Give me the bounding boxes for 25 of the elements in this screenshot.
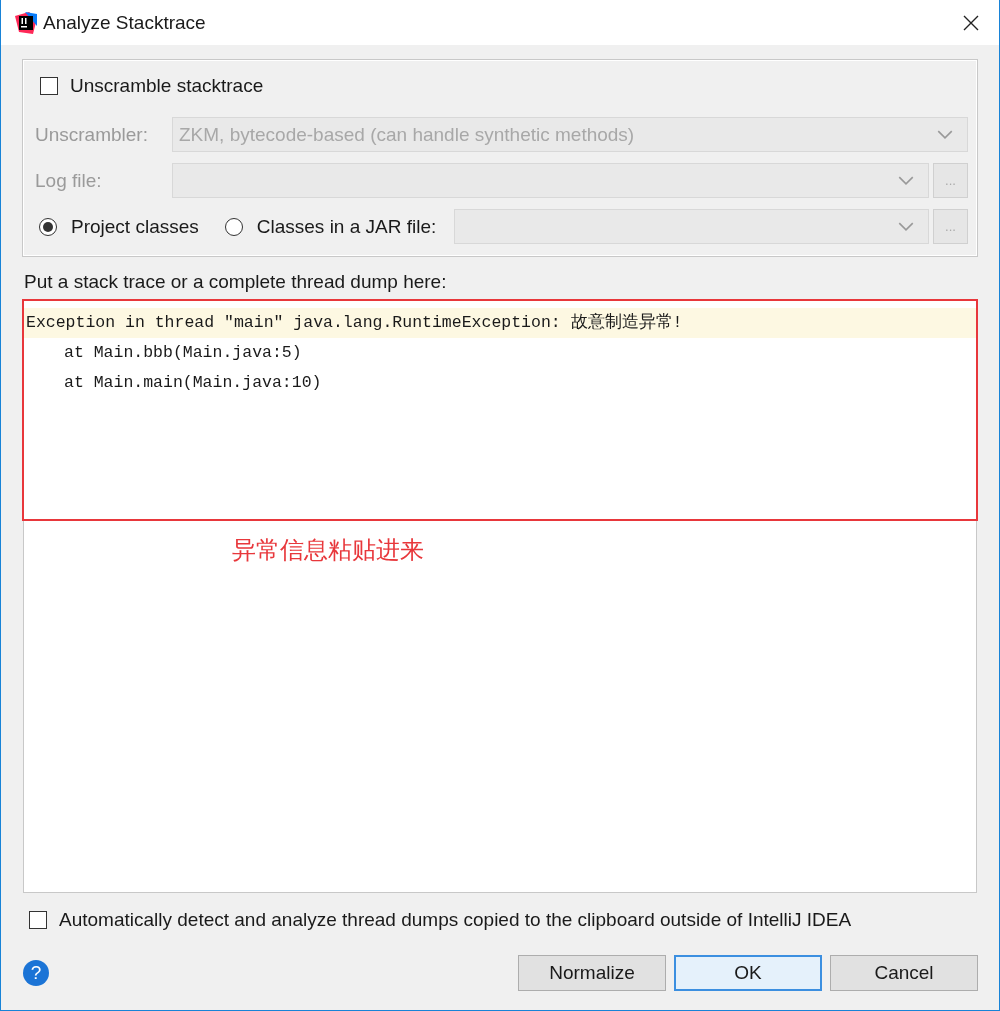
radio-button[interactable] (39, 217, 57, 236)
dialog-button[interactable]: Normalize (518, 955, 666, 991)
caret-icon (898, 222, 914, 231)
checkbox-label[interactable]: Unscramble stacktrace (70, 75, 264, 97)
field-label: Log file: (35, 169, 103, 192)
annotation-text: 异常信息粘贴进来 (232, 535, 424, 565)
field-label: Unscrambler: (35, 123, 149, 146)
help-icon[interactable]: ? (23, 960, 49, 986)
stack-trace-label: Put a stack trace or a complete thread dump here: (24, 271, 448, 293)
radio-button[interactable] (224, 217, 243, 236)
dialog-button[interactable]: OK (674, 955, 822, 991)
stack-trace-editor[interactable]: Exception in thread "main" java.lang.RuntimeException: 故意制造异常! at Main.bbb(Main.java:5) at Main.main(Main.java:10) 异常信息粘贴进来 (23, 299, 977, 893)
radio-label[interactable]: Project classes (71, 215, 199, 238)
code-line: at Main.bbb(Main.java:5) (63, 342, 303, 364)
checkbox[interactable] (40, 77, 58, 95)
radio-label[interactable]: Classes in a JAR file: (256, 215, 437, 238)
close-icon[interactable] (963, 14, 979, 31)
checkbox-label[interactable]: Automatically detect and analyze thread dumps copied to the clipboard outside of IntelliJ IDEA (59, 909, 852, 931)
caret-icon (937, 130, 953, 139)
app-logo-icon (15, 11, 37, 34)
code-line: at Main.main(Main.java:10) (63, 372, 323, 394)
caret-icon (898, 176, 914, 185)
dialog-button[interactable]: Cancel (830, 955, 978, 991)
checkbox[interactable] (29, 911, 47, 929)
window-title: Analyze Stacktrace (43, 11, 207, 34)
